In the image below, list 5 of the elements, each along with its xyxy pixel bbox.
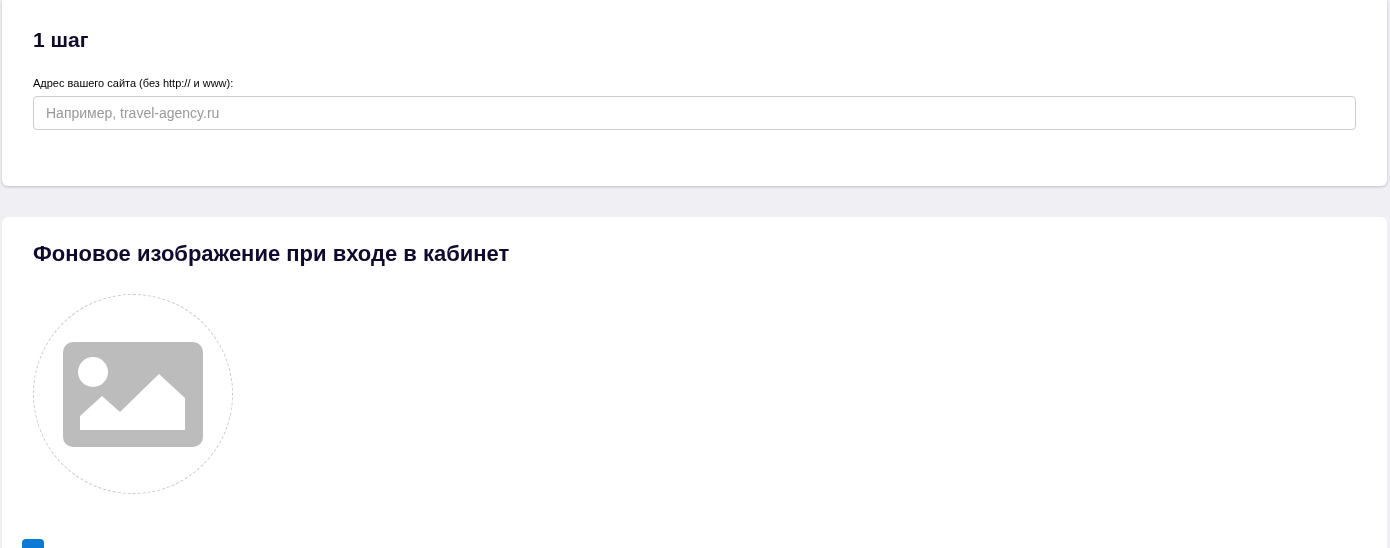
step-title: 1 шаг (33, 27, 89, 53)
site-address-field[interactable]: Например, travel-agency.ru (33, 96, 1356, 130)
section-title: Фоновое изображение при входе в кабинет (33, 240, 510, 268)
field-label: Адрес вашего сайта (без http:// и www): (33, 76, 234, 90)
image-icon (63, 341, 203, 447)
